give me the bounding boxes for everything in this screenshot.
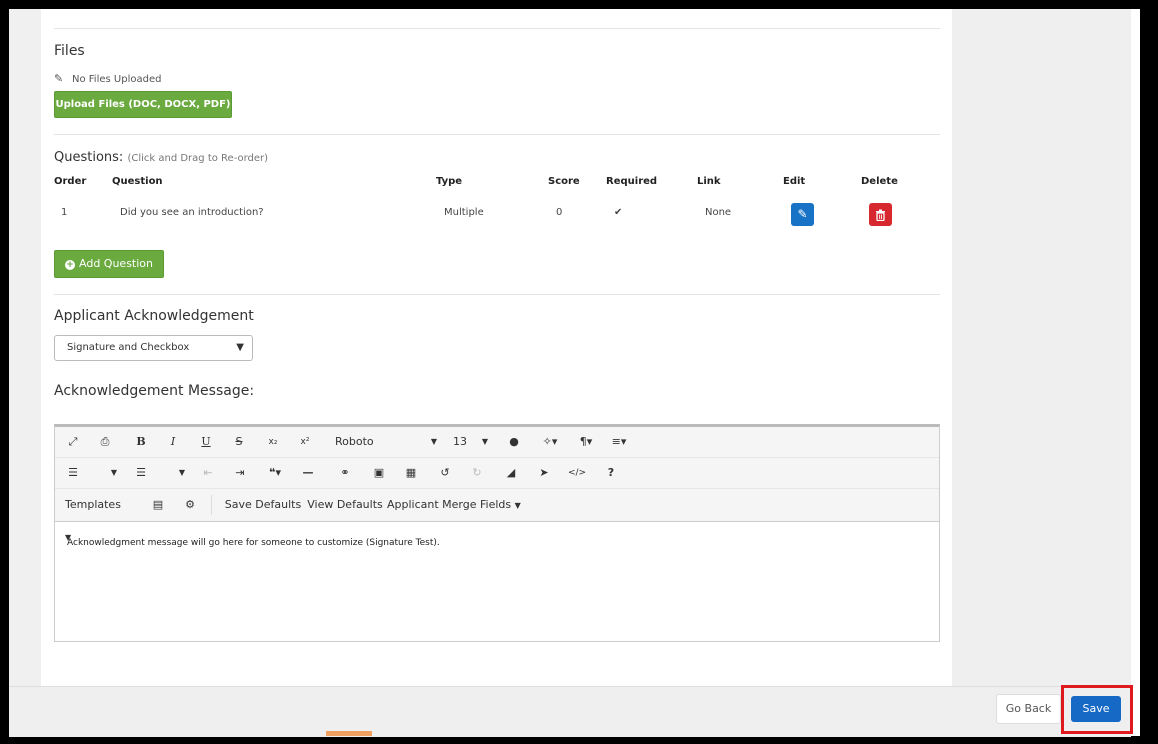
superscript-icon[interactable]: x² [295, 427, 315, 457]
font-size-select[interactable]: 13 [451, 427, 469, 457]
column-header-score: Score [548, 176, 580, 187]
required-check-icon: ✔ [614, 207, 623, 218]
add-question-button[interactable]: + Add Question [54, 250, 164, 278]
footer-bar [9, 686, 1131, 737]
bold-icon[interactable]: B [131, 427, 151, 457]
magic-wand-icon[interactable]: ✧▾ [535, 427, 565, 457]
help-icon[interactable]: ? [601, 458, 621, 488]
underline-icon[interactable]: U [196, 427, 216, 457]
save-defaults-button[interactable]: Save Defaults [223, 489, 303, 521]
plus-circle-icon: + [65, 260, 75, 270]
font-family-select[interactable]: Roboto [335, 427, 375, 457]
outdent-icon[interactable]: ⇤ [198, 458, 218, 488]
editor-toolbar-row: Templates ▼ ▤ ⚙ Save Defaults View Defau… [55, 489, 939, 542]
files-title: Files [54, 43, 85, 59]
undo-icon[interactable]: ↺ [435, 458, 455, 488]
caret-down-icon[interactable]: ▼ [175, 458, 189, 488]
edit-question-button[interactable]: ✎ [791, 203, 814, 226]
paragraph-icon[interactable]: ¶▾ [573, 427, 599, 457]
delete-question-button[interactable] [869, 203, 892, 226]
acknowledgement-selected-value: Signature and Checkbox [67, 342, 190, 353]
question-link: None [705, 207, 732, 218]
caret-down-icon[interactable]: ▼ [107, 458, 121, 488]
screen-border-bottom [0, 736, 1158, 744]
italic-icon[interactable]: I [163, 427, 183, 457]
table-icon[interactable]: ▦ [401, 458, 421, 488]
add-question-label: Add Question [79, 257, 153, 270]
editor-toolbar-row: ⤢ ⎙ B I U S x₂ x² Roboto ▼ 13 ▼ ● ✧▾ ¶▾ … [55, 427, 939, 458]
templates-menu[interactable]: Templates ▼ [65, 489, 127, 542]
applicant-merge-fields-menu[interactable]: Applicant Merge Fields ▼ [387, 489, 527, 521]
subscript-icon[interactable]: x₂ [263, 427, 283, 457]
screen-border-left [0, 0, 9, 744]
save-highlight-box [1061, 685, 1133, 734]
code-view-icon[interactable]: </> [567, 458, 587, 488]
go-back-button[interactable]: Go Back [996, 694, 1061, 724]
trash-icon [876, 209, 885, 222]
right-background [952, 9, 1131, 686]
column-header-required: Required [606, 176, 658, 187]
link-icon[interactable]: ⚭ [335, 458, 355, 488]
screen-border-right [1140, 0, 1158, 744]
column-header-type: Type [436, 176, 463, 187]
questions-hint: (Click and Drag to Re-order) [127, 153, 269, 164]
strikethrough-icon[interactable]: S [229, 427, 249, 457]
question-type: Multiple [444, 207, 484, 218]
rich-text-editor[interactable]: ⤢ ⎙ B I U S x₂ x² Roboto ▼ 13 ▼ ● ✧▾ ¶▾ … [54, 424, 940, 642]
editor-content[interactable]: Acknowledgment message will go here for … [67, 538, 440, 548]
question-text: Did you see an introduction? [120, 207, 264, 218]
indent-icon[interactable]: ⇥ [230, 458, 250, 488]
column-header-order: Order [54, 176, 87, 187]
toolbar-separator [211, 495, 212, 515]
no-files-status: ✎ No Files Uploaded [54, 72, 161, 85]
scrollbar-gutter [1131, 9, 1140, 736]
caret-down-icon[interactable]: ▼ [427, 427, 441, 457]
caret-down-icon[interactable]: ▼ [478, 427, 492, 457]
pencil-icon: ✎ [797, 207, 808, 221]
save-template-icon[interactable]: ▤ [149, 489, 167, 521]
fullscreen-icon[interactable]: ⤢ [63, 427, 83, 457]
no-files-text: No Files Uploaded [72, 74, 162, 85]
screen-border-top [0, 0, 1158, 9]
print-icon[interactable]: ⎙ [95, 427, 115, 457]
merge-fields-label: Applicant Merge Fields [387, 498, 512, 511]
chevron-down-icon: ▼ [236, 342, 244, 353]
gear-icon[interactable]: ⚙ [181, 489, 199, 521]
image-icon[interactable]: ▣ [369, 458, 389, 488]
column-header-link: Link [697, 176, 721, 187]
divider [54, 28, 940, 29]
text-color-icon[interactable]: ● [505, 427, 523, 457]
question-score: 0 [556, 207, 563, 218]
divider [54, 134, 940, 135]
eraser-icon[interactable]: ◢ [501, 458, 521, 488]
redo-icon[interactable]: ↻ [467, 458, 487, 488]
templates-label: Templates [65, 498, 121, 511]
acknowledgement-select[interactable]: Signature and Checkbox ▼ [54, 335, 253, 361]
unordered-list-icon[interactable]: ☰ [131, 458, 151, 488]
ordered-list-icon[interactable]: ☰ [63, 458, 83, 488]
upload-files-button[interactable]: Upload Files (DOC, DOCX, PDF) [54, 91, 232, 118]
horizontal-rule-icon[interactable]: — [298, 458, 318, 488]
divider [54, 294, 940, 295]
blockquote-icon[interactable]: ❝▾ [260, 458, 290, 488]
acknowledgement-message-title: Acknowledgement Message: [54, 383, 255, 399]
decorative-mark [326, 731, 372, 736]
caret-down-icon: ▼ [514, 501, 521, 510]
cursor-icon[interactable]: ➤ [534, 458, 554, 488]
questions-title: Questions: (Click and Drag to Re-order) [54, 150, 268, 165]
editor-toolbar-row: ☰ ▼ ☰ ▼ ⇤ ⇥ ❝▾ — ⚭ ▣ ▦ ↺ ↻ ◢ ➤ </> ? [55, 458, 939, 489]
column-header-delete: Delete [861, 176, 898, 187]
align-icon[interactable]: ≡▾ [605, 427, 633, 457]
form-card: Files ✎ No Files Uploaded Upload Files (D… [41, 9, 952, 686]
acknowledgement-title: Applicant Acknowledgement [54, 308, 254, 324]
questions-label: Questions: [54, 150, 124, 165]
column-header-question: Question [112, 176, 163, 187]
question-order: 1 [61, 207, 68, 218]
pencil-icon: ✎ [54, 72, 64, 85]
view-defaults-button[interactable]: View Defaults [305, 489, 385, 521]
column-header-edit: Edit [783, 176, 806, 187]
